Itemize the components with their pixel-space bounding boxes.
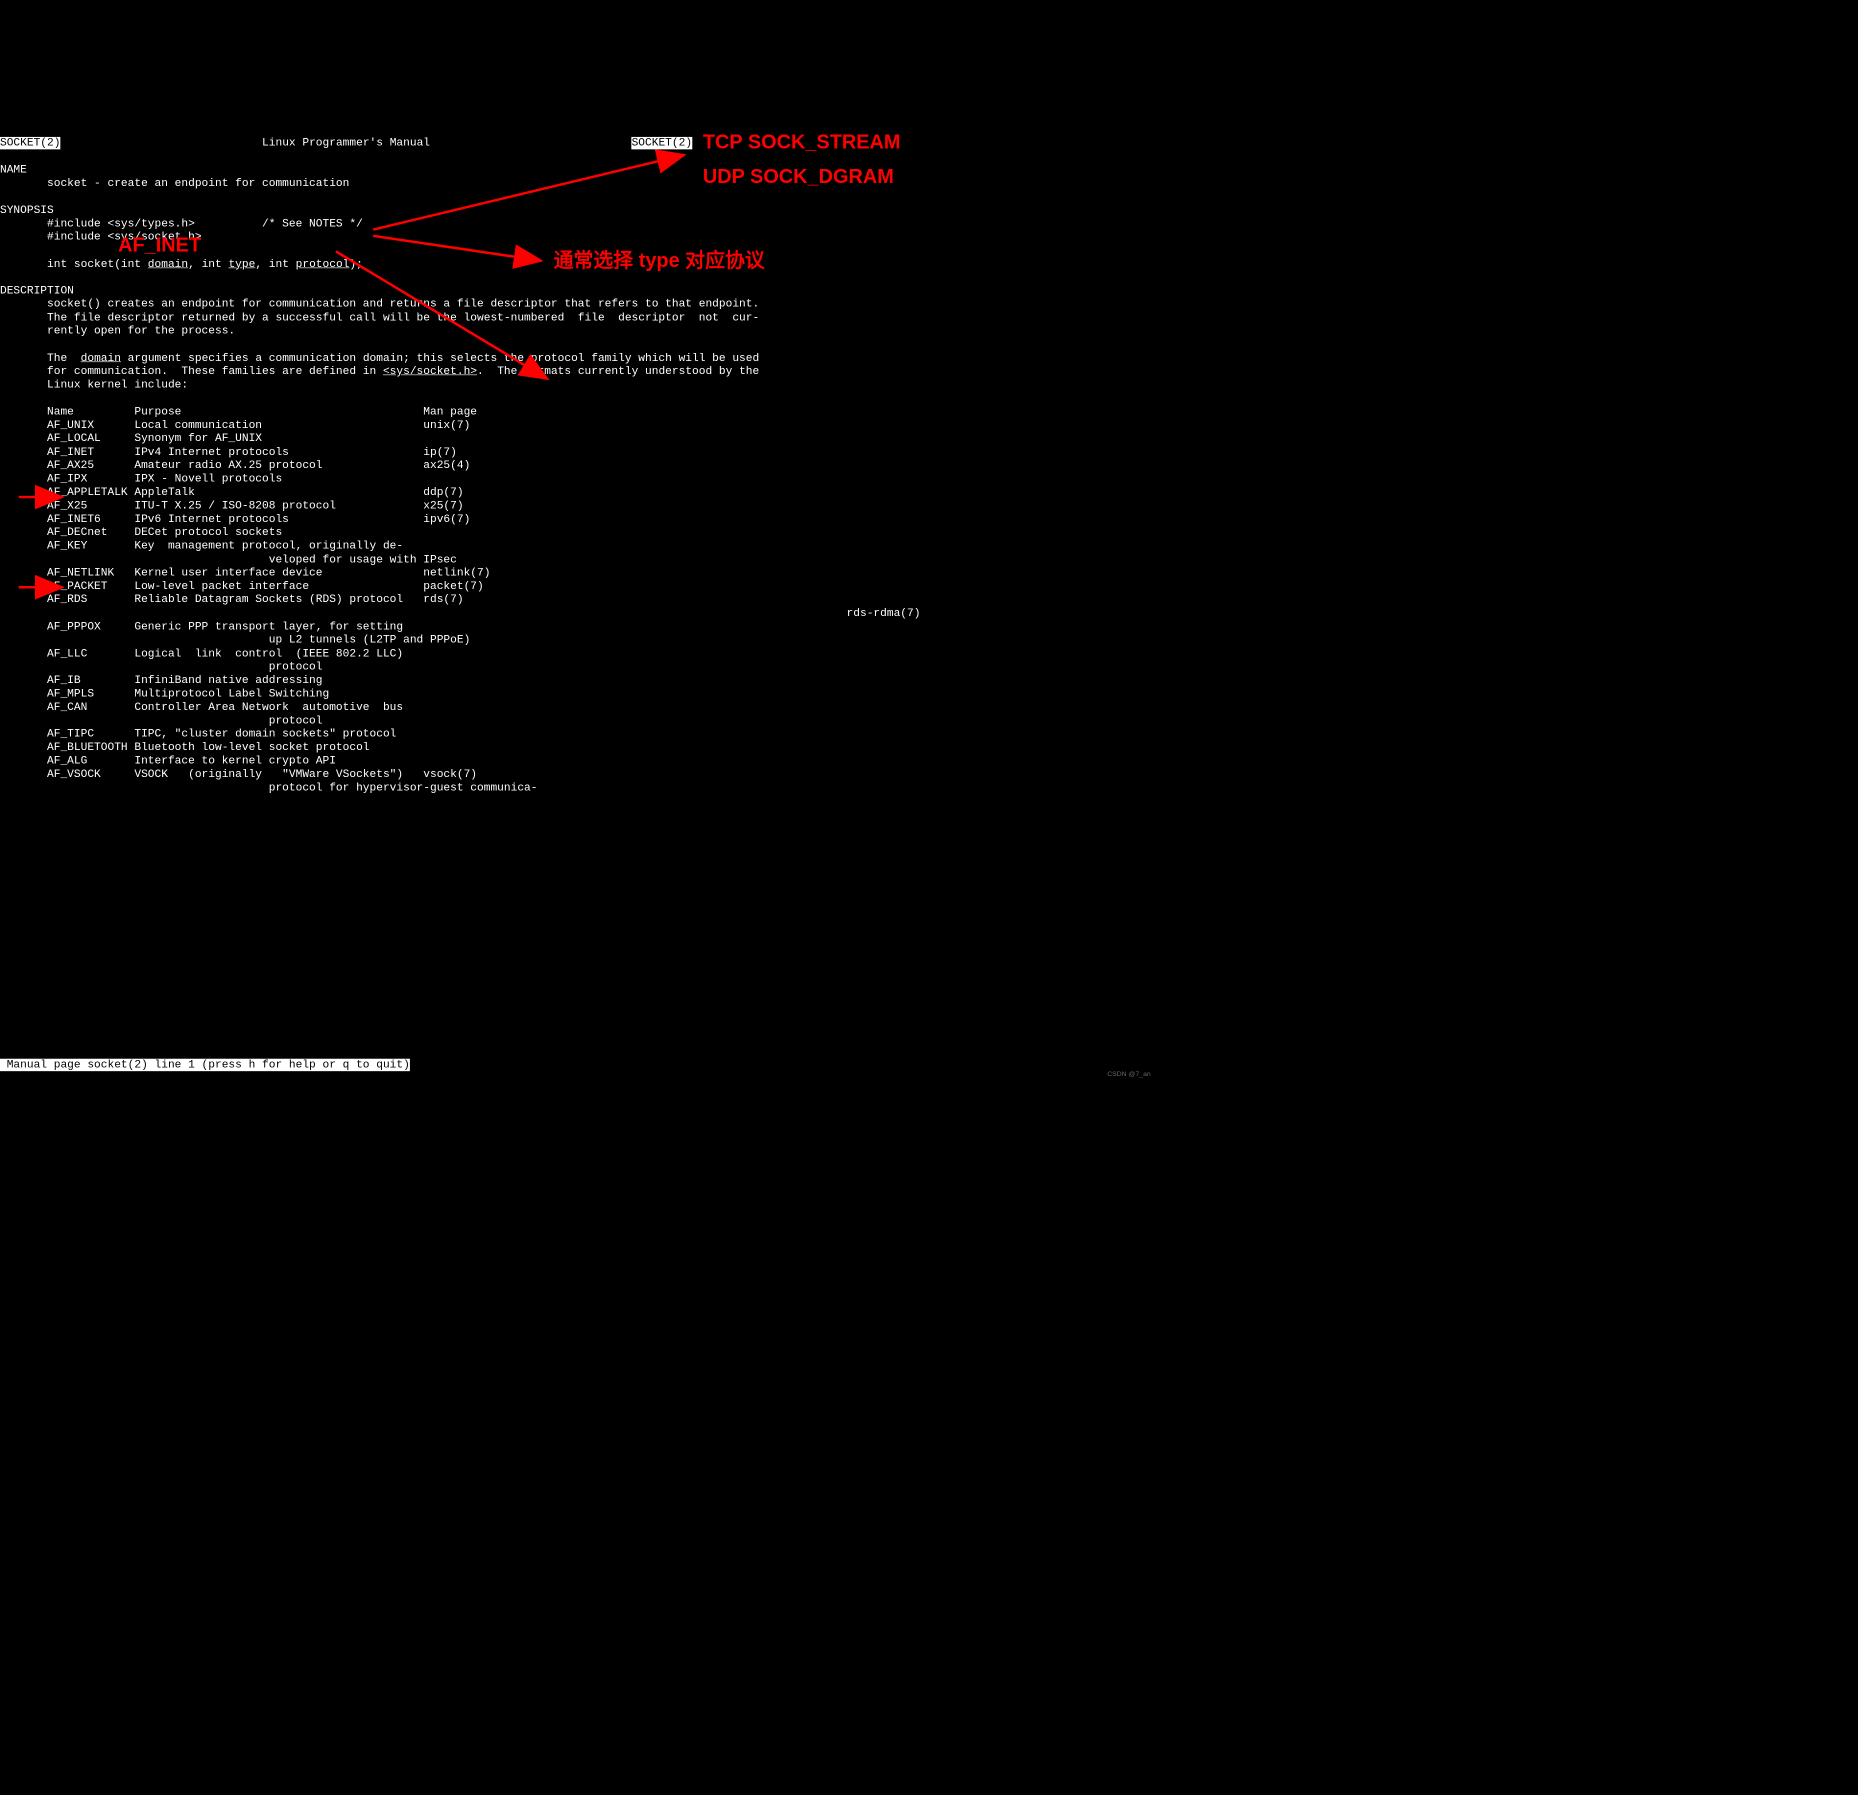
annotation-tcp: TCP SOCK_STREAM (703, 130, 901, 154)
header-center: Linux Programmer's Manual (262, 137, 430, 149)
section-description-heading: DESCRIPTION (0, 285, 74, 297)
arg-domain: domain (148, 258, 188, 270)
header-left: SOCKET(2) (0, 137, 60, 149)
watermark: CSDN @7_an (1107, 1071, 1150, 1079)
name-line: socket - create an endpoint for communic… (0, 178, 349, 190)
include-line-1: #include <sys/types.h> /* See NOTES */ (0, 218, 363, 230)
desc-include-ref: <sys/socket.h> (383, 366, 477, 378)
arg-type: type (228, 258, 255, 270)
signature-prefix: int socket(int (0, 258, 148, 270)
section-name-heading: NAME (0, 164, 27, 176)
annotation-af-inet: AF_INET (118, 233, 201, 257)
manpage-content: SOCKET(2) Linux Programmer's Manual SOCK… (0, 124, 1156, 809)
section-synopsis-heading: SYNOPSIS (0, 204, 54, 216)
status-text: Manual page socket(2) line 1 (press h fo… (0, 1059, 410, 1071)
header-spacer (60, 137, 262, 149)
annotation-udp: UDP SOCK_DGRAM (703, 164, 894, 188)
status-bar[interactable]: Manual page socket(2) line 1 (press h fo… (0, 1059, 410, 1072)
annotation-protocol: 通常选择 type 对应协议 (554, 248, 765, 272)
header-right: SOCKET(2) (632, 137, 692, 149)
table-header: Name Purpose Man page (0, 406, 477, 418)
header-spacer-2 (430, 137, 632, 149)
description-p1: socket() creates an endpoint for communi… (0, 298, 759, 337)
arg-protocol: protocol (296, 258, 350, 270)
desc-domain-ref: domain (81, 352, 121, 364)
